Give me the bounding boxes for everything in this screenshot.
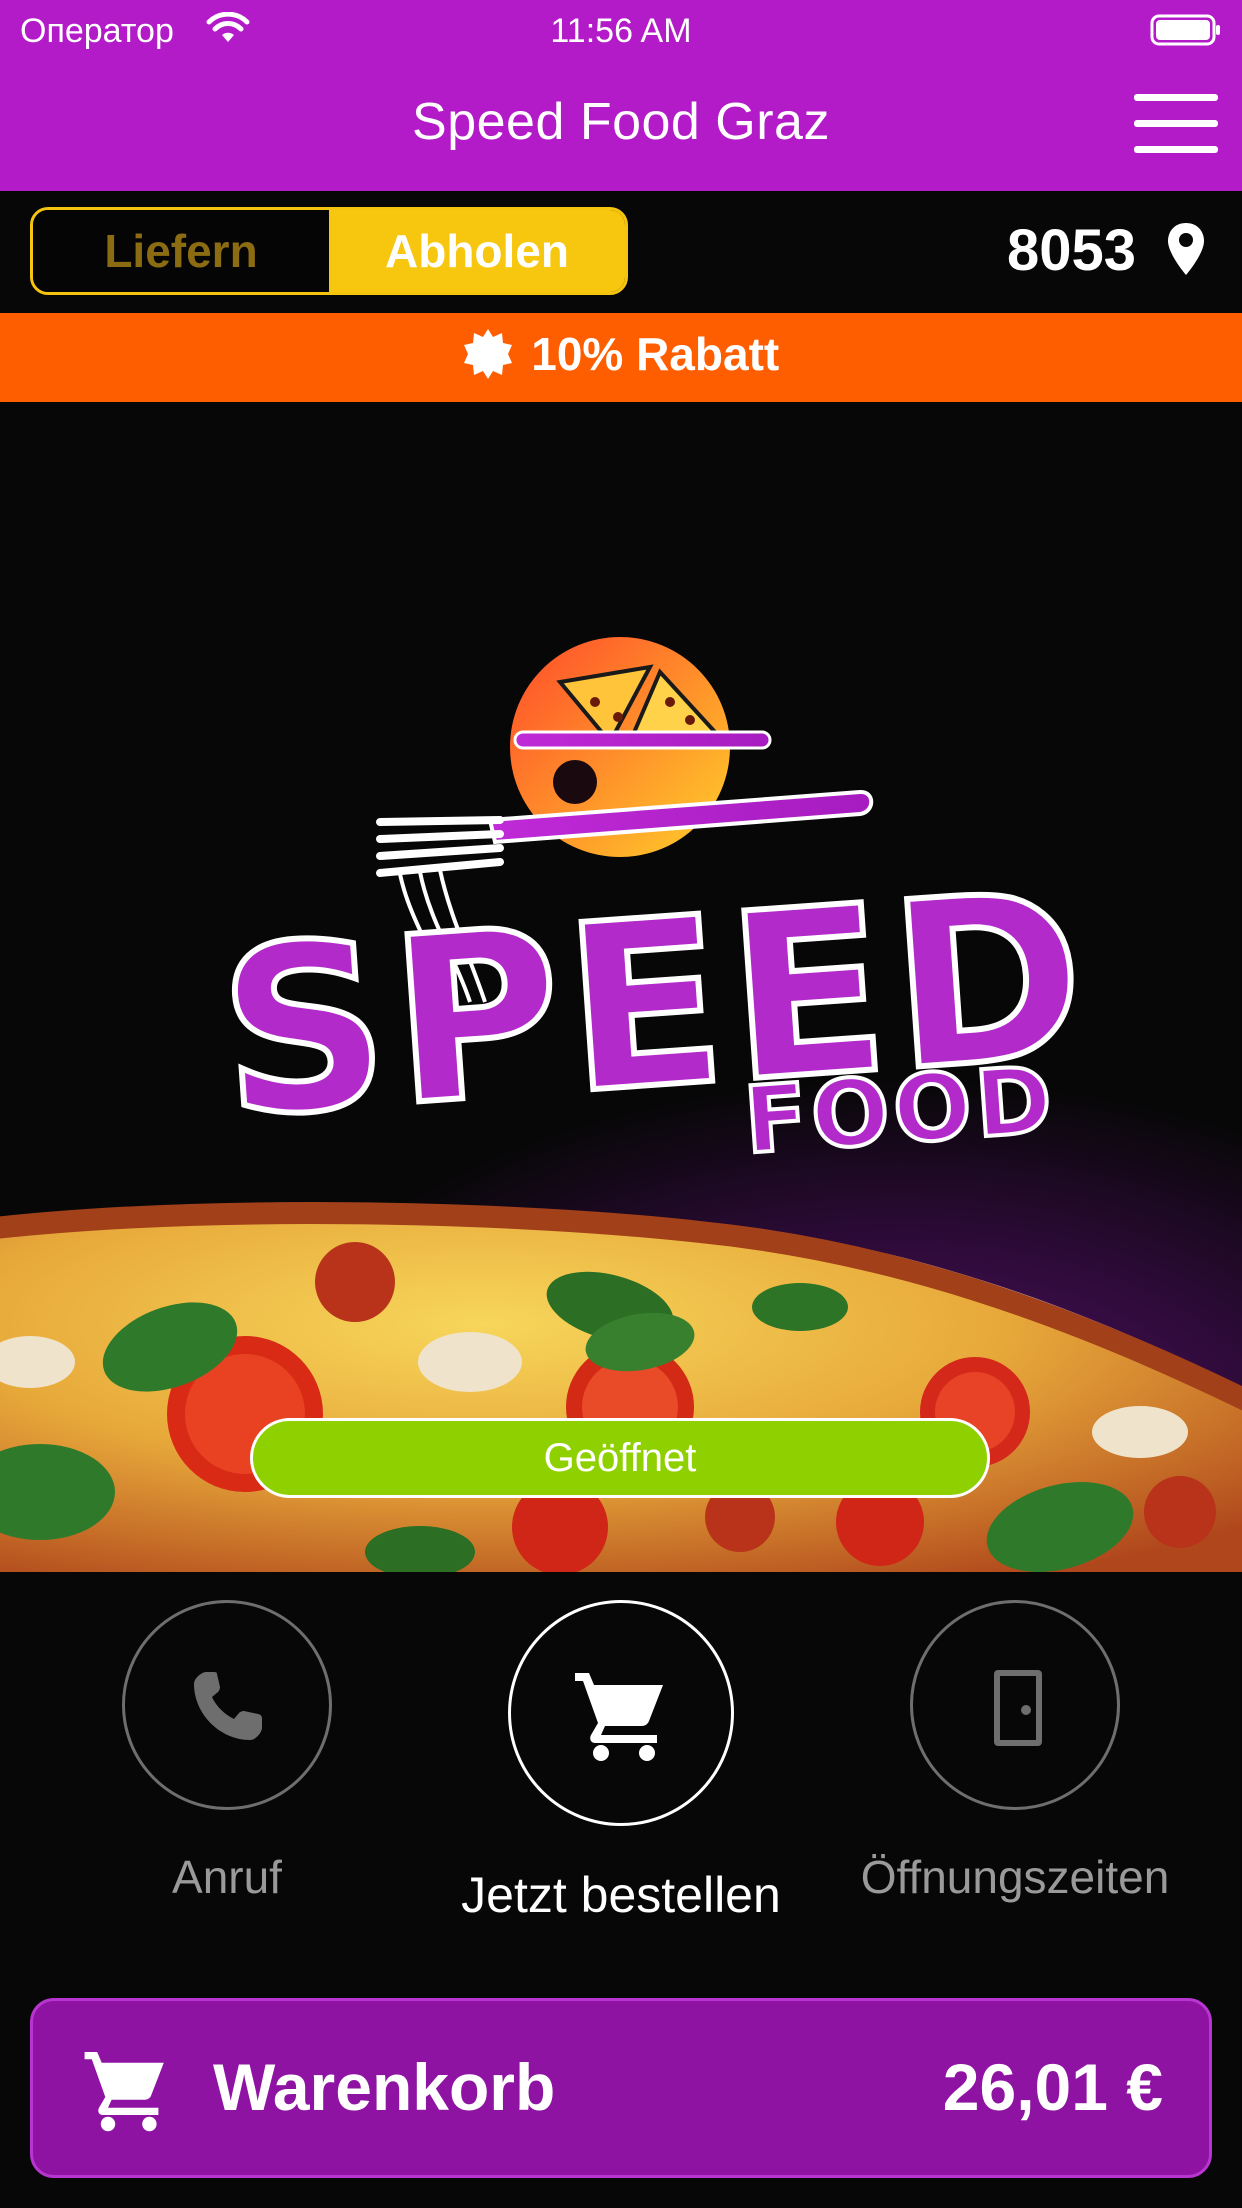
app-header: Оператор 11:56 AM Speed Food Graz [0, 0, 1242, 191]
cart-icon [84, 2052, 164, 2132]
toggle-abholen[interactable]: Abholen [329, 210, 625, 292]
postal-code[interactable]: 8053 [1007, 217, 1136, 284]
logo-food-text: FOOD [741, 1046, 1059, 1174]
phone-icon [194, 1672, 262, 1740]
status-bar: Оператор 11:56 AM [0, 0, 1242, 62]
badge-icon [463, 329, 512, 379]
status-time: 11:56 AM [550, 12, 692, 50]
order-mode-toggle: Liefern Abholen [30, 207, 628, 295]
hamburger-menu-icon[interactable] [1134, 94, 1218, 154]
call-button[interactable]: Anruf [100, 1600, 354, 1920]
toggle-liefern[interactable]: Liefern [33, 210, 329, 292]
battery-icon [1150, 14, 1220, 46]
hero-artwork: SPEED FOOD [0, 637, 1242, 1572]
order-now-ring[interactable] [508, 1600, 734, 1826]
page-title: Speed Food Graz [412, 93, 830, 151]
speed-food-logo: SPEED FOOD [209, 637, 1101, 1177]
cart-label: Warenkorb [213, 2050, 556, 2124]
cart-icon [575, 1673, 663, 1761]
open-status-badge: Geöffnet [250, 1418, 990, 1498]
call-label: Anruf [172, 1851, 282, 1903]
order-now-label: Jetzt bestellen [461, 1867, 781, 1923]
pizza-image [0, 1202, 1242, 1572]
order-mode-row: Liefern Abholen 8053 [0, 191, 1242, 313]
discount-banner[interactable]: 10% Rabatt [0, 313, 1242, 402]
hero-banner: SPEED FOOD Geöffnet [0, 402, 1242, 1572]
order-now-button[interactable]: Jetzt bestellen [440, 1600, 802, 1930]
cart-total: 26,01 € [942, 2050, 1163, 2124]
opening-hours-button[interactable]: Öffnungszeiten [850, 1600, 1180, 1920]
cart-button[interactable]: Warenkorb 26,01 € [30, 1998, 1212, 2178]
discount-text: 10% Rabatt [531, 328, 780, 380]
opening-hours-label: Öffnungszeiten [860, 1851, 1170, 1903]
opening-hours-ring[interactable] [910, 1600, 1120, 1810]
door-icon [994, 1670, 1042, 1746]
call-button-ring[interactable] [122, 1600, 332, 1810]
location-pin-icon[interactable] [1166, 221, 1206, 277]
